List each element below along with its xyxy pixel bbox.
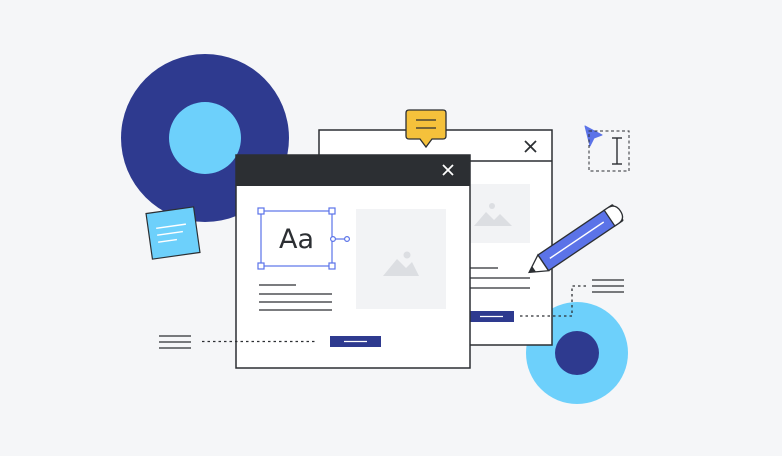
front-window: Aa <box>235 154 471 369</box>
front-window-header <box>236 155 470 186</box>
illustration: Aa <box>0 0 782 456</box>
image-placeholder-icon <box>470 184 530 243</box>
sticky-note-icon <box>145 206 201 260</box>
typography-sample: Aa <box>279 224 314 255</box>
front-action-button[interactable] <box>330 336 381 347</box>
pointer-cursor-icon <box>584 125 603 147</box>
back-action-button[interactable] <box>469 311 514 322</box>
image-placeholder-icon <box>356 209 446 309</box>
